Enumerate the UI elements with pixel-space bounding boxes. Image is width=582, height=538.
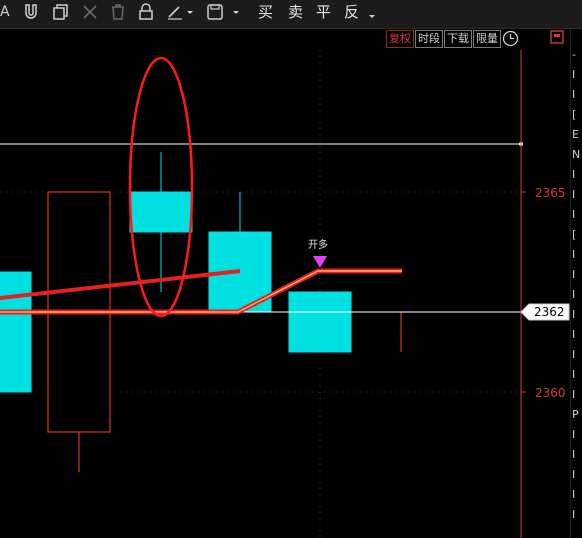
lock-icon[interactable] — [137, 3, 155, 27]
side-panel-char: I — [572, 288, 576, 301]
side-panel-char: P — [572, 408, 579, 421]
more-dropdown-icon[interactable] — [367, 3, 377, 27]
side-panel-char: [ — [572, 108, 577, 121]
close-position-button[interactable]: 平 — [316, 0, 331, 24]
side-panel-char: I — [572, 388, 576, 401]
candle-body — [0, 271, 32, 393]
side-panel-char: N — [572, 148, 581, 161]
y-tick-label: 2360 — [535, 386, 566, 400]
side-panel-char: I — [572, 68, 576, 81]
toolbar: A 买 卖 平 反 — [0, 0, 582, 29]
side-panel-char: E — [572, 128, 579, 141]
close-icon[interactable] — [81, 3, 99, 27]
side-panel-char: I — [572, 248, 576, 261]
side-panel-char: I — [572, 208, 576, 221]
side-panel-char: I — [572, 308, 576, 321]
side-panel-char: I — [572, 168, 576, 181]
toolbar-edge-label: A — [0, 4, 10, 20]
side-panel-char: I — [572, 448, 576, 461]
pen-icon[interactable] — [166, 3, 196, 27]
signal-label: 开多 — [308, 238, 328, 251]
magnet-icon[interactable] — [22, 3, 40, 27]
ma-line-red — [0, 269, 241, 300]
side-panel-char: I — [572, 88, 576, 101]
side-panel-char: I — [572, 368, 576, 381]
current-price-label: 2362 — [534, 305, 565, 319]
y-tick-label: 2365 — [535, 186, 566, 200]
side-panel-char: - — [572, 48, 576, 61]
side-panel-char: I — [572, 508, 576, 521]
side-panel-char: I — [572, 328, 576, 341]
copy-icon[interactable] — [52, 3, 70, 27]
side-panel-char: I — [572, 188, 576, 201]
price-axis: 2365 2360 2362 — [520, 50, 570, 538]
trash-icon[interactable] — [109, 3, 127, 27]
side-panel-char: [ — [572, 228, 577, 241]
kline-chart[interactable]: 开多 2365 2360 2362 — [0, 29, 582, 538]
buy-button[interactable]: 买 — [258, 0, 273, 24]
side-panel-char: I — [572, 268, 576, 281]
right-side-panel: - I I[E N I I I[I I I I I I I I P I I I I I — [570, 29, 582, 538]
side-panel-char: I — [572, 428, 576, 441]
reverse-button[interactable]: 反 — [344, 0, 359, 24]
side-panel-char: I — [572, 348, 576, 361]
sell-button[interactable]: 卖 — [288, 0, 303, 24]
save-icon[interactable] — [206, 3, 242, 27]
signal-arrow-icon — [313, 256, 327, 268]
candle-body — [129, 191, 193, 233]
side-panel-char: I — [572, 468, 576, 481]
candle-body — [288, 291, 352, 353]
current-price-tag: 2362 — [520, 303, 570, 321]
side-panel-char: I — [572, 488, 576, 501]
